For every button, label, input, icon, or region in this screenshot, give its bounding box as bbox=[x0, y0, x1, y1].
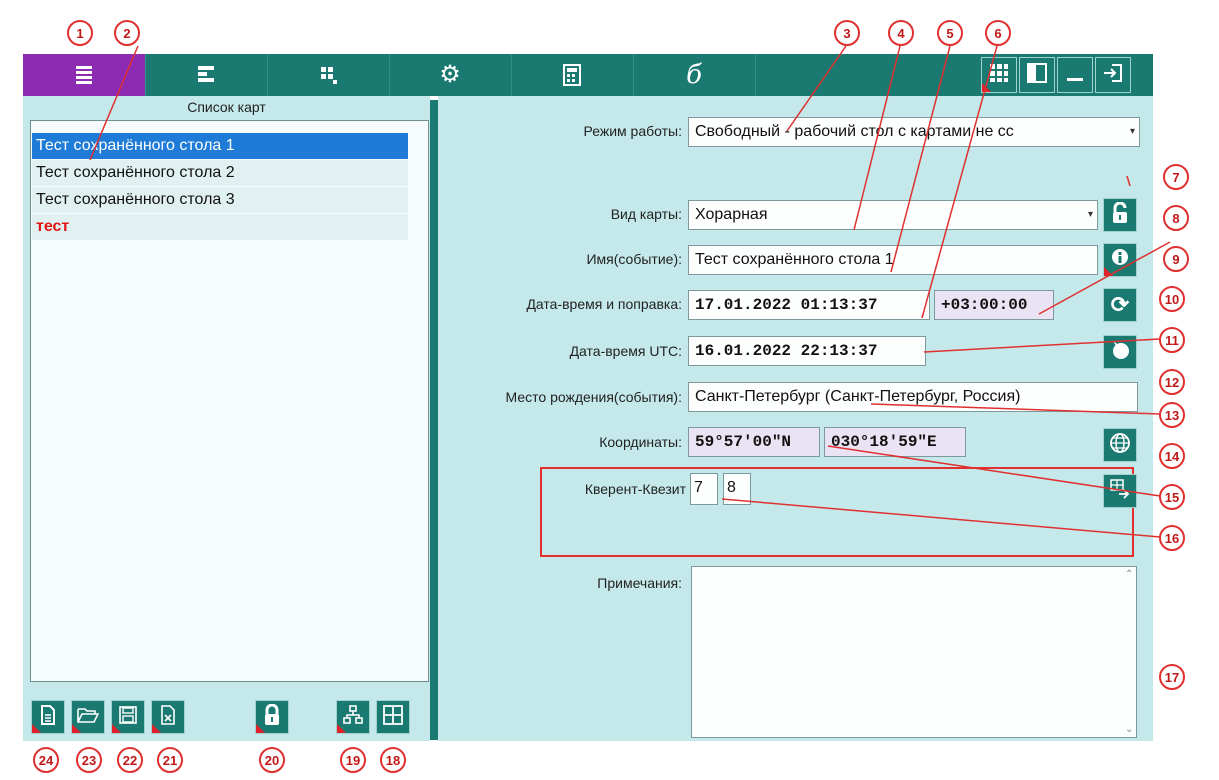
callout-8: 8 bbox=[1163, 205, 1189, 231]
callout-18: 18 bbox=[380, 747, 406, 773]
callout-16: 16 bbox=[1159, 525, 1185, 551]
callout-19: 19 bbox=[340, 747, 366, 773]
callout-15: 15 bbox=[1159, 484, 1185, 510]
callout-20: 20 bbox=[259, 747, 285, 773]
callout-7: 7 bbox=[1163, 164, 1189, 190]
callout-12: 12 bbox=[1159, 369, 1185, 395]
callout-14: 14 bbox=[1159, 443, 1185, 469]
callout-9: 9 bbox=[1163, 246, 1189, 272]
callout-5: 5 bbox=[937, 20, 963, 46]
callout-3: 3 bbox=[834, 20, 860, 46]
callout-10: 10 bbox=[1159, 286, 1185, 312]
callout-23: 23 bbox=[76, 747, 102, 773]
callout-1: 1 bbox=[67, 20, 93, 46]
annotation-lines bbox=[89, 45, 1171, 538]
callout-4: 4 bbox=[888, 20, 914, 46]
callout-2: 2 bbox=[114, 20, 140, 46]
callout-17: 17 bbox=[1159, 664, 1185, 690]
callout-24: 24 bbox=[33, 747, 59, 773]
callout-6: 6 bbox=[985, 20, 1011, 46]
callout-22: 22 bbox=[117, 747, 143, 773]
callout-11: 11 bbox=[1159, 327, 1185, 353]
callout-13: 13 bbox=[1159, 402, 1185, 428]
callout-21: 21 bbox=[157, 747, 183, 773]
